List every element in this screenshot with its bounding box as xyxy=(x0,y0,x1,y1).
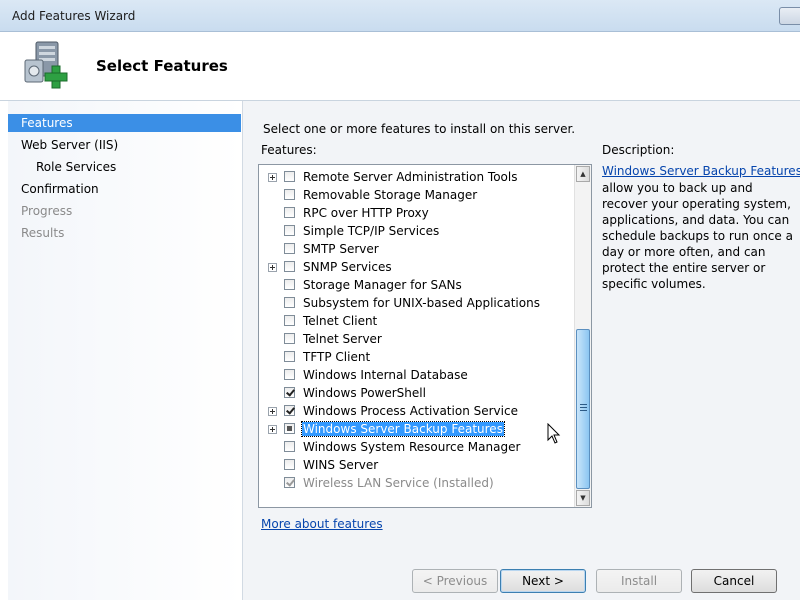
feature-checkbox[interactable] xyxy=(284,261,295,272)
scroll-down-arrow-icon[interactable]: ▼ xyxy=(576,490,590,506)
description-label: Description: xyxy=(602,143,675,157)
nav-step-confirmation[interactable]: Confirmation xyxy=(8,180,241,198)
feature-checkbox[interactable] xyxy=(284,297,295,308)
feature-checkbox[interactable] xyxy=(284,189,295,200)
feature-label[interactable]: Windows Process Activation Service xyxy=(303,404,518,418)
feature-label[interactable]: Windows Server Backup Features xyxy=(301,421,505,437)
feature-row[interactable]: SNMP Services xyxy=(259,258,576,276)
description-feature-link[interactable]: Windows Server Backup Features xyxy=(602,164,800,178)
page-title: Select Features xyxy=(96,57,228,75)
expand-plus-icon[interactable] xyxy=(268,263,277,272)
feature-checkbox[interactable] xyxy=(284,441,295,452)
feature-row[interactable]: Telnet Client xyxy=(259,312,576,330)
nav-step-web-server[interactable]: Web Server (IIS) xyxy=(8,136,241,154)
scrollbar-thumb[interactable] xyxy=(576,329,590,489)
feature-row[interactable]: Windows Server Backup Features xyxy=(259,420,576,438)
feature-label[interactable]: WINS Server xyxy=(303,458,378,472)
features-tree[interactable]: Remote Server Administration Tools Remova… xyxy=(258,164,592,508)
expand-plus-icon[interactable] xyxy=(268,425,277,434)
next-button[interactable]: Next > xyxy=(500,569,586,593)
feature-checkbox[interactable] xyxy=(284,171,295,182)
more-about-features-link[interactable]: More about features xyxy=(261,517,383,531)
feature-label[interactable]: TFTP Client xyxy=(303,350,370,364)
feature-row[interactable]: SMTP Server xyxy=(259,240,576,258)
server-add-icon xyxy=(24,41,68,89)
feature-row[interactable]: TFTP Client xyxy=(259,348,576,366)
window-title: Add Features Wizard xyxy=(12,9,136,23)
feature-checkbox[interactable] xyxy=(284,387,295,398)
feature-row[interactable]: Storage Manager for SANs xyxy=(259,276,576,294)
description-text: allow you to back up and recover your op… xyxy=(602,181,793,291)
feature-row[interactable]: Remote Server Administration Tools xyxy=(259,168,576,186)
feature-checkbox[interactable] xyxy=(284,333,295,344)
feature-row[interactable]: WINS Server xyxy=(259,456,576,474)
expand-plus-icon[interactable] xyxy=(268,407,277,416)
feature-label[interactable]: Telnet Server xyxy=(303,332,382,346)
feature-row[interactable]: Removable Storage Manager xyxy=(259,186,576,204)
instruction-text: Select one or more features to install o… xyxy=(263,122,576,136)
feature-checkbox[interactable] xyxy=(284,243,295,254)
feature-checkbox[interactable] xyxy=(284,315,295,326)
feature-label[interactable]: Windows Internal Database xyxy=(303,368,468,382)
nav-step-results: Results xyxy=(21,226,65,240)
feature-label[interactable]: Windows System Resource Manager xyxy=(303,440,520,454)
feature-row[interactable]: Windows System Resource Manager xyxy=(259,438,576,456)
feature-checkbox[interactable] xyxy=(284,279,295,290)
close-button[interactable] xyxy=(779,7,800,25)
nav-step-role-services[interactable]: Role Services xyxy=(8,158,241,176)
feature-label[interactable]: Remote Server Administration Tools xyxy=(303,170,517,184)
title-bar: Add Features Wizard xyxy=(0,0,800,32)
feature-row[interactable]: Windows Internal Database xyxy=(259,366,576,384)
nav-step-progress: Progress xyxy=(21,204,73,218)
feature-label[interactable]: Removable Storage Manager xyxy=(303,188,477,202)
feature-checkbox[interactable] xyxy=(284,225,295,236)
feature-checkbox[interactable] xyxy=(284,405,295,416)
feature-checkbox[interactable] xyxy=(284,369,295,380)
cancel-button[interactable]: Cancel xyxy=(691,569,777,593)
feature-checkbox[interactable] xyxy=(284,351,295,362)
feature-row[interactable]: Simple TCP/IP Services xyxy=(259,222,576,240)
feature-checkbox xyxy=(284,477,295,488)
feature-label[interactable]: RPC over HTTP Proxy xyxy=(303,206,429,220)
feature-label[interactable]: SNMP Services xyxy=(303,260,392,274)
vertical-scrollbar[interactable]: ▲ ▼ xyxy=(574,165,591,507)
feature-checkbox[interactable] xyxy=(284,459,295,470)
feature-label[interactable]: Storage Manager for SANs xyxy=(303,278,462,292)
features-label: Features: xyxy=(261,143,317,157)
install-button[interactable]: Install xyxy=(596,569,682,593)
feature-checkbox[interactable] xyxy=(284,207,295,218)
scroll-up-arrow-icon[interactable]: ▲ xyxy=(576,166,590,182)
expand-plus-icon[interactable] xyxy=(268,173,277,182)
feature-row[interactable]: Windows Process Activation Service xyxy=(259,402,576,420)
feature-row[interactable]: Windows PowerShell xyxy=(259,384,576,402)
feature-label[interactable]: SMTP Server xyxy=(303,242,379,256)
feature-row[interactable]: Telnet Server xyxy=(259,330,576,348)
feature-label[interactable]: Telnet Client xyxy=(303,314,377,328)
feature-label[interactable]: Simple TCP/IP Services xyxy=(303,224,439,238)
feature-checkbox[interactable] xyxy=(284,423,295,434)
grip-icon xyxy=(580,404,587,411)
feature-label[interactable]: Wireless LAN Service (Installed) xyxy=(303,476,494,490)
feature-row[interactable]: RPC over HTTP Proxy xyxy=(259,204,576,222)
feature-row[interactable]: Subsystem for UNIX-based Applications xyxy=(259,294,576,312)
previous-button[interactable]: < Previous xyxy=(412,569,498,593)
wizard-step-nav: Features Web Server (IIS) Role Services … xyxy=(8,101,243,600)
feature-label[interactable]: Subsystem for UNIX-based Applications xyxy=(303,296,540,310)
feature-label[interactable]: Windows PowerShell xyxy=(303,386,426,400)
mouse-cursor-icon xyxy=(547,423,561,444)
feature-row[interactable]: Wireless LAN Service (Installed) xyxy=(259,474,576,492)
nav-step-features[interactable]: Features xyxy=(8,114,241,132)
